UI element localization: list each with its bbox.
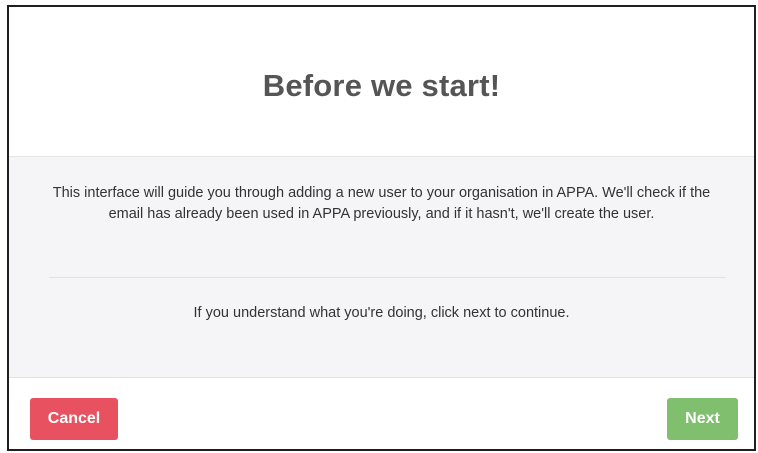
intro-text: This interface will guide you through ad… [52, 185, 711, 222]
next-button[interactable]: Next [667, 398, 738, 440]
dialog-footer: Cancel Next [9, 378, 754, 449]
dialog-header: Before we start! [9, 7, 754, 157]
dialog-title: Before we start! [262, 67, 501, 103]
body-divider [49, 277, 726, 278]
dialog-body: This interface will guide you through ad… [9, 157, 754, 378]
add-user-dialog: Before we start! This interface will gui… [7, 5, 756, 451]
cancel-button[interactable]: Cancel [30, 398, 118, 440]
confirm-text: If you understand what you're doing, cli… [193, 305, 570, 321]
